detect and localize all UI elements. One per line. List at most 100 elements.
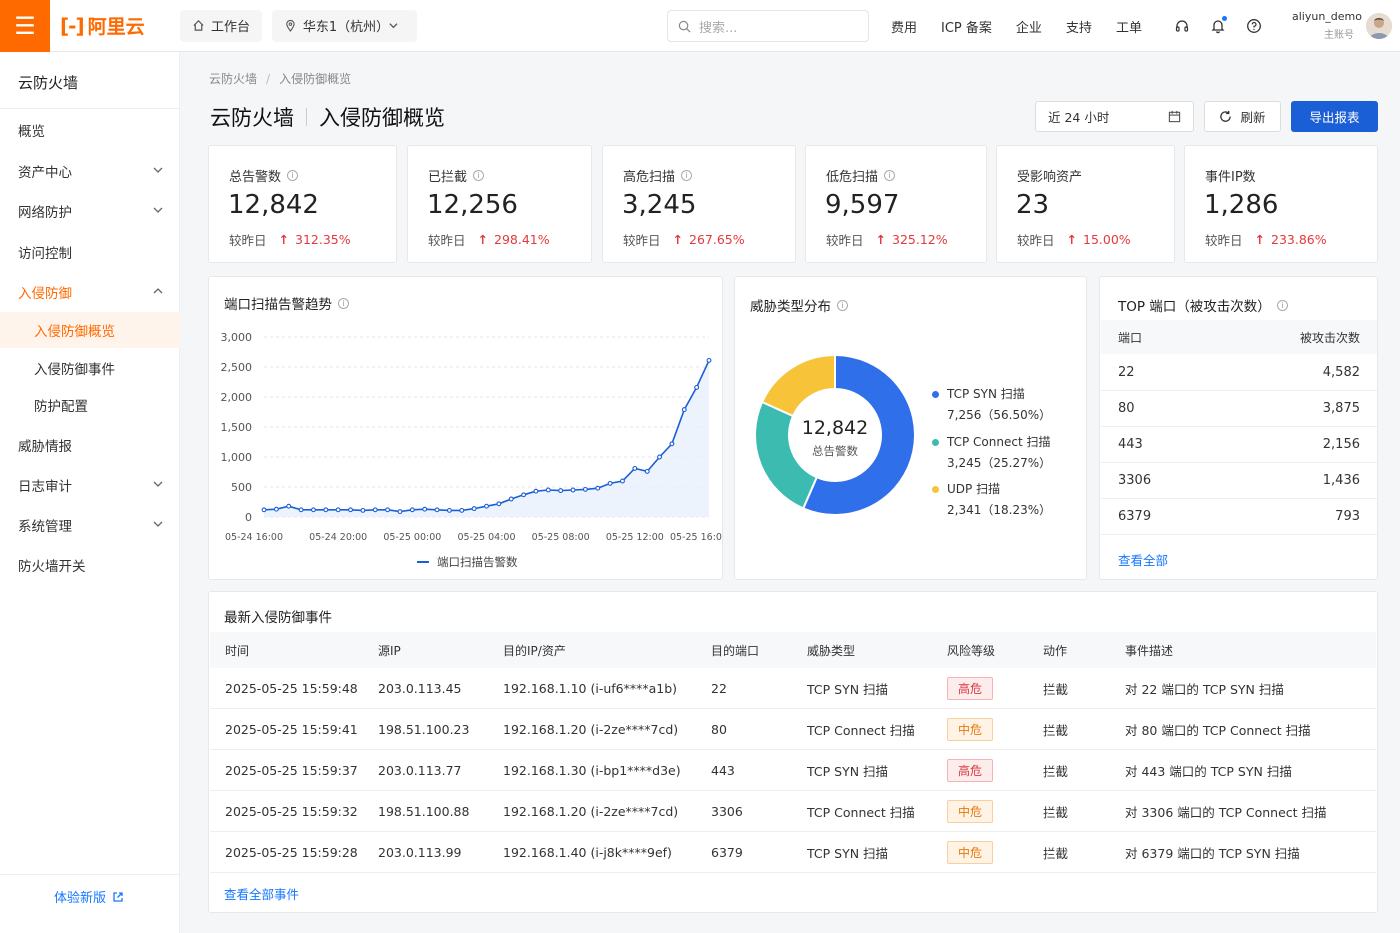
data-point[interactable] (459, 507, 465, 513)
event-description: 对 3306 端口的 TCP Connect 扫描 (1125, 804, 1327, 820)
sidebar-item-access[interactable]: 访问控制 (0, 234, 180, 270)
export-report-button[interactable]: 导出报表 (1291, 101, 1378, 132)
data-point[interactable] (632, 465, 638, 471)
table-row[interactable]: 2025-05-25 15:59:32 198.51.100.88 192.168.… (210, 791, 1376, 832)
menu-icon[interactable]: ☰ (0, 0, 50, 52)
data-point[interactable] (508, 496, 514, 502)
data-point[interactable] (348, 507, 353, 513)
sidebar-item-system[interactable]: 系统管理 (0, 507, 180, 543)
data-point[interactable] (372, 507, 378, 513)
data-point[interactable] (681, 407, 687, 413)
headset-icon[interactable] (1170, 14, 1194, 38)
event-src-ip: 203.0.113.99 (378, 844, 462, 860)
search-input[interactable]: 搜索... (667, 10, 869, 42)
data-point[interactable] (397, 509, 403, 515)
brand-logo[interactable]: [-] 阿里云 (60, 12, 170, 39)
table-row[interactable]: 2025-05-25 15:59:48 203.0.113.45 192.168.1… (210, 668, 1376, 709)
nav-fees[interactable]: 费用 (891, 17, 917, 36)
sidebar-item-network[interactable]: 网络防护 (0, 193, 180, 229)
table-row[interactable]: 2025-05-25 15:59:28 203.0.113.99 192.168.1… (210, 832, 1376, 873)
data-point[interactable] (558, 488, 564, 494)
avatar[interactable] (1366, 13, 1392, 39)
nav-support[interactable]: 支持 (1066, 17, 1092, 36)
nav-enterprise[interactable]: 企业 (1016, 17, 1042, 36)
chevron-down-icon (153, 207, 163, 213)
region-select[interactable]: 华东1（杭州） (272, 9, 418, 42)
data-point[interactable] (323, 507, 329, 513)
new-version-link[interactable]: 体验新版 (54, 887, 124, 906)
event-src-ip: 203.0.113.77 (378, 762, 462, 778)
event-description: 对 6379 端口的 TCP SYN 扫描 (1125, 845, 1300, 861)
sidebar-item-ips-overview[interactable]: 入侵防御概览 (0, 312, 180, 348)
stat-card-high-risk-scan: 高危扫描 i 3,245 较昨日 ↑ 267.65% (602, 145, 796, 263)
data-point[interactable] (570, 487, 576, 493)
data-point[interactable] (521, 492, 527, 498)
refresh-label: 刷新 (1240, 110, 1266, 125)
info-icon[interactable]: i (287, 170, 299, 181)
bell-icon[interactable] (1206, 14, 1230, 38)
data-point[interactable] (335, 507, 341, 513)
data-point[interactable] (310, 507, 316, 513)
data-point[interactable] (484, 503, 489, 509)
stat-label: 已拦截 (428, 170, 468, 185)
sidebar-item-firewall-switch[interactable]: 防火墙开关 (0, 547, 180, 583)
info-icon[interactable]: i (681, 170, 693, 181)
sidebar-item-ips[interactable]: 入侵防御 (0, 274, 180, 310)
data-point[interactable] (620, 478, 625, 484)
nav-icp[interactable]: ICP 备案 (941, 17, 992, 36)
sidebar-item-overview[interactable]: 概览 (0, 112, 180, 148)
legend-dot (932, 439, 939, 446)
data-point[interactable] (669, 441, 675, 447)
data-point[interactable] (409, 507, 415, 513)
data-point[interactable] (607, 480, 613, 486)
data-point[interactable] (545, 487, 551, 493)
user-info[interactable]: aliyun_demo 主账号 (1292, 10, 1362, 41)
sidebar-item-threat-intel[interactable]: 威胁情报 (0, 427, 180, 463)
data-point[interactable] (385, 507, 391, 513)
data-point[interactable] (422, 506, 428, 512)
time-range-picker[interactable]: 近 24 小时 (1035, 101, 1194, 132)
data-point[interactable] (657, 454, 663, 460)
donut-slice[interactable] (760, 353, 836, 418)
breadcrumb-separator: / (266, 72, 271, 86)
sidebar-item-log-audit[interactable]: 日志审计 (0, 467, 180, 503)
aliyun-logo-icon: [-] (60, 13, 85, 38)
sidebar-item-ips-events[interactable]: 入侵防御事件 (0, 350, 180, 386)
data-point[interactable] (446, 507, 452, 513)
data-point[interactable] (360, 507, 366, 513)
sidebar-item-protection-config[interactable]: 防护配置 (0, 387, 180, 423)
sidebar-item-assets[interactable]: 资产中心 (0, 153, 180, 189)
refresh-button[interactable]: 刷新 (1204, 101, 1281, 132)
data-point[interactable] (595, 485, 601, 491)
nav-ticket[interactable]: 工单 (1116, 17, 1142, 36)
breadcrumb-root[interactable]: 云防火墙 (209, 72, 257, 86)
data-point[interactable] (644, 468, 650, 474)
info-icon[interactable]: i (1276, 299, 1288, 311)
title-divider (306, 108, 307, 126)
workbench-button[interactable]: 工作台 (180, 9, 263, 42)
data-point[interactable] (286, 503, 292, 509)
data-point[interactable] (471, 506, 477, 512)
data-point[interactable] (533, 488, 539, 494)
table-row[interactable]: 2025-05-25 15:59:41 198.51.100.23 192.168.… (210, 709, 1376, 750)
data-point[interactable] (496, 501, 502, 507)
workbench-label: 工作台 (211, 20, 251, 35)
info-icon[interactable]: i (473, 170, 485, 181)
data-point[interactable] (261, 507, 267, 513)
data-point[interactable] (694, 384, 700, 390)
arrow-up-icon: ↑ (477, 232, 488, 247)
data-point[interactable] (298, 507, 304, 513)
data-point[interactable] (582, 486, 588, 492)
col-risk: 风险等级 (947, 643, 996, 658)
help-icon[interactable] (1242, 14, 1266, 38)
info-icon[interactable]: i (837, 299, 848, 311)
view-all-events-link[interactable]: 查看全部事件 (224, 884, 299, 903)
info-icon[interactable]: i (884, 170, 896, 181)
data-point[interactable] (273, 506, 279, 512)
table-row[interactable]: 2025-05-25 15:59:37 203.0.113.77 192.168.1… (210, 750, 1376, 791)
data-point[interactable] (706, 357, 712, 363)
event-description: 对 443 端口的 TCP SYN 扫描 (1125, 763, 1292, 779)
sidebar-item-label: 资产中心 (18, 165, 72, 181)
view-all-ports-link[interactable]: 查看全部 (1118, 550, 1168, 569)
data-point[interactable] (434, 507, 440, 513)
